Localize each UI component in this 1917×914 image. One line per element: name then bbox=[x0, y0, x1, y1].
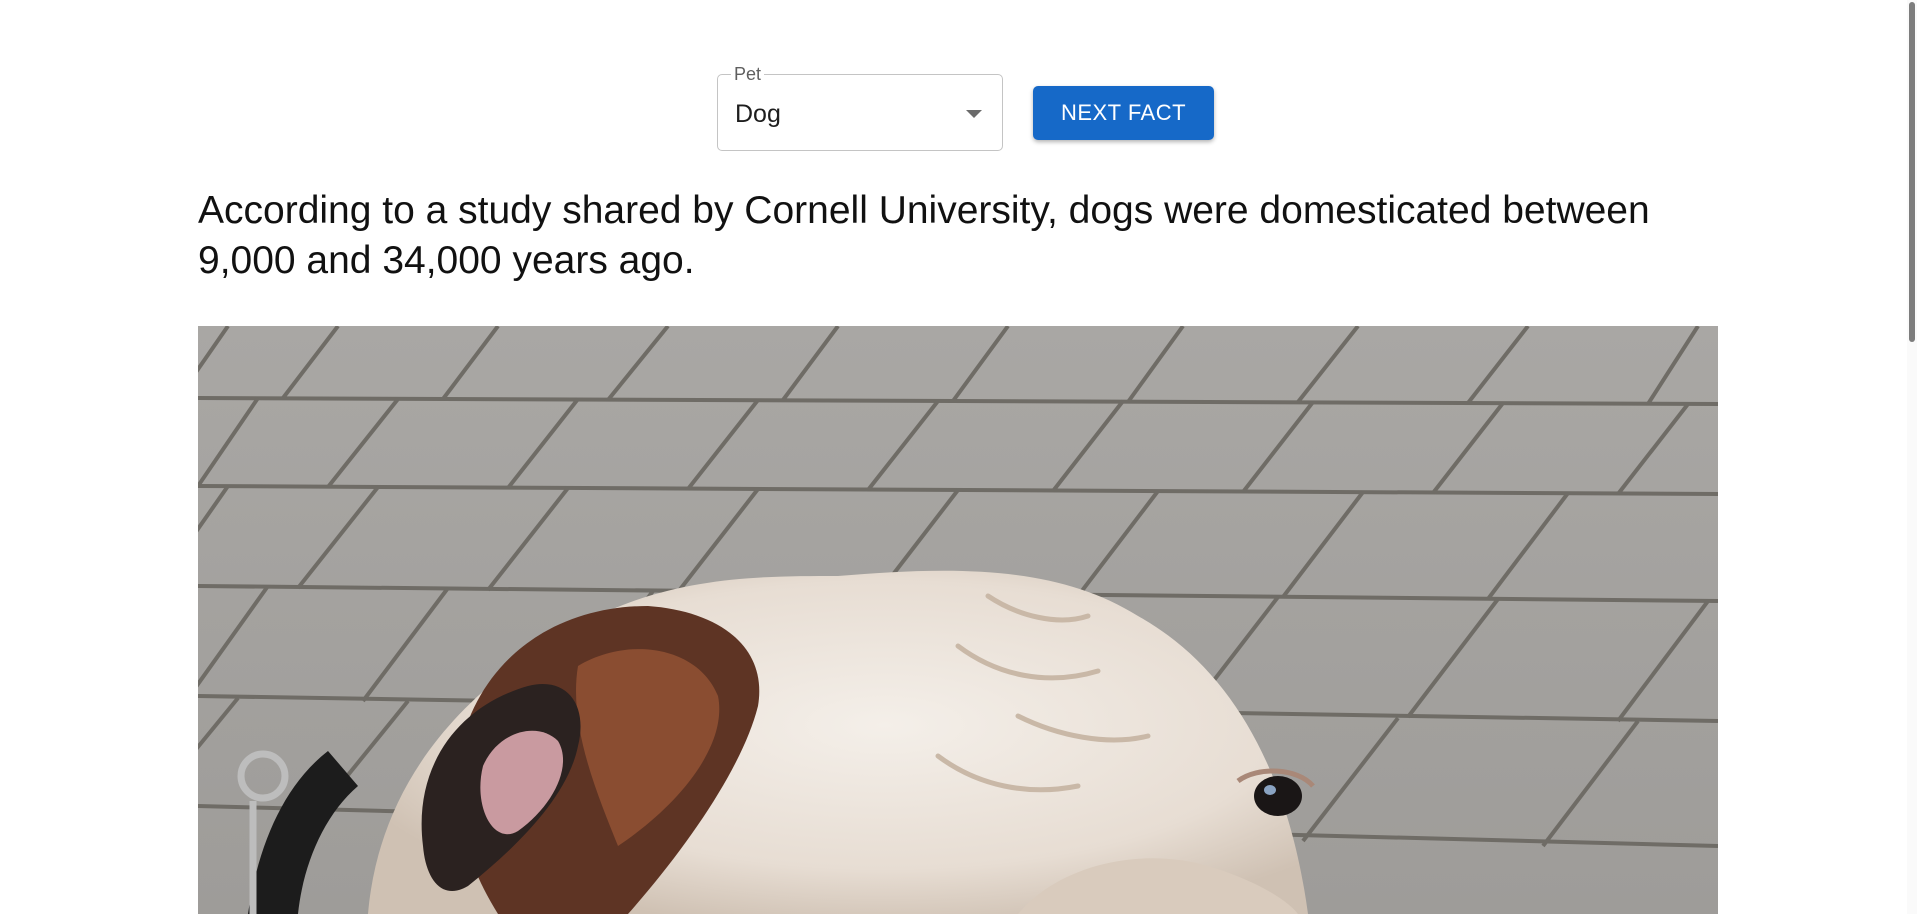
pet-photo bbox=[198, 326, 1718, 914]
scrollbar[interactable] bbox=[1907, 0, 1917, 914]
pet-select[interactable]: Pet Dog bbox=[717, 64, 1003, 151]
pet-select-label: Pet bbox=[731, 64, 765, 84]
next-fact-button[interactable]: NEXT FACT bbox=[1033, 86, 1214, 140]
pet-select-value[interactable]: Dog bbox=[735, 99, 781, 129]
scrollbar-thumb[interactable] bbox=[1909, 2, 1915, 342]
chevron-down-icon[interactable] bbox=[966, 110, 982, 118]
fact-text: According to a study shared by Cornell U… bbox=[198, 189, 1650, 282]
